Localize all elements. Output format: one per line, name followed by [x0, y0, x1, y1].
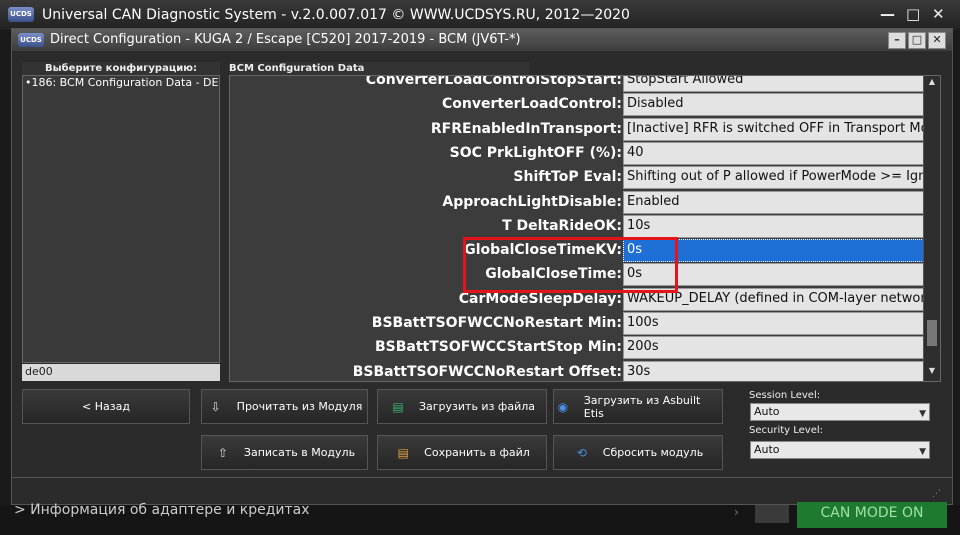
dialog-title: Direct Configuration - KUGA 2 / Escape [… [50, 32, 521, 47]
load-file-icon: ▤ [392, 399, 404, 414]
config-row-label: SOC PrkLightOFF (%): [449, 144, 622, 161]
config-row-value[interactable]: 10s [623, 214, 926, 238]
config-grid: ConverterLoadControlStopStart: StopStart … [229, 75, 941, 382]
reset-module-label: Сбросить модуль [602, 446, 704, 459]
dialog-logo-icon: UCDS [18, 33, 44, 47]
scroll-down-icon[interactable]: ▼ [926, 366, 938, 378]
config-row: ConverterLoadControlStopStart: StopStart … [230, 75, 926, 93]
config-row: RFREnabledInTransport: [Inactive] RFR is … [230, 117, 926, 142]
config-row: SOC PrkLightOFF (%): 40 [230, 141, 926, 166]
load-file-button[interactable]: ▤ Загрузить из файла [377, 389, 547, 424]
dialog-close-icon[interactable]: ✕ [928, 32, 946, 49]
save-file-label: Сохранить в файл [424, 446, 530, 459]
config-row-label: RFREnabledInTransport: [430, 120, 622, 137]
config-row: T DeltaRideOK: 10s [230, 214, 926, 239]
config-row-label: BSBattTSOFWCCNoRestart Min: [371, 315, 622, 331]
dialog-maximize-icon[interactable]: □ [908, 32, 926, 49]
load-file-label: Загрузить из файла [418, 400, 535, 413]
app-logo-icon: UCDS [8, 7, 34, 22]
config-row-value[interactable]: Enabled [623, 190, 926, 214]
can-mode-status: CAN MODE ON [797, 502, 947, 528]
security-level-value: Auto [754, 443, 780, 456]
save-file-icon: ▤ [397, 445, 409, 460]
app-titlebar: UCDS Universal CAN Diagnostic System - v… [0, 0, 960, 30]
session-level-label: Session Level: [749, 390, 821, 401]
config-row-label: BSBattTSOFWCCNoRestart Offset: [352, 363, 622, 380]
write-module-button[interactable]: ⇧ Записать в Модуль [201, 435, 368, 470]
read-module-button[interactable]: ⇩ Прочитать из Модуля [201, 389, 368, 424]
config-row: ShiftToP Eval: Shifting out of P allowed … [230, 166, 926, 190]
minimize-icon[interactable]: — [880, 5, 895, 23]
globe-icon: ◉ [557, 399, 569, 414]
config-row-value[interactable]: [Inactive] RFR is switched OFF in Transp… [623, 117, 926, 141]
config-row: BSBattTSOFWCCStartStop Min: 200s [230, 336, 926, 360]
adapter-info-link[interactable]: > Информация об адаптере и кредитах [14, 502, 310, 518]
chevron-right-icon: › [734, 505, 739, 519]
reset-module-button[interactable]: ⟲ Сбросить модуль [553, 435, 723, 470]
dialog-minimize-icon[interactable]: – [888, 32, 906, 49]
read-module-label: Прочитать из Модуля [236, 400, 363, 413]
reset-icon: ⟲ [576, 445, 587, 460]
app-title: Universal CAN Diagnostic System - v.2.0.… [42, 7, 630, 23]
scroll-up-icon[interactable]: ▲ [926, 77, 938, 89]
chevron-down-icon: ▼ [919, 447, 926, 457]
config-row-label: ApproachLightDisable: [442, 193, 622, 210]
save-file-button[interactable]: ▤ Сохранить в файл [377, 435, 547, 470]
write-module-label: Записать в Модуль [243, 446, 356, 459]
highlight-box [463, 237, 678, 293]
config-row-value[interactable]: StopStart Allowed [623, 76, 926, 92]
config-row-label: ShiftToP Eval: [513, 169, 622, 186]
bottom-bar: > Информация об адаптере и кредитах › CA… [0, 502, 960, 535]
config-row: BSBattTSOFWCCNoRestart Offset: 30s [230, 360, 926, 381]
config-row-label: CarModeSleepDelay: [458, 290, 622, 307]
config-row-label: BSBattTSOFWCCStartStop Min: [374, 339, 622, 356]
configuration-list[interactable]: •186: BCM Configuration Data - DE [22, 75, 220, 363]
config-panel-header: BCM Configuration Data [229, 62, 529, 75]
config-row: BSBattTSOFWCCNoRestart Min: 100s [230, 312, 926, 336]
config-row-value[interactable]: Disabled [623, 93, 926, 117]
config-row-value[interactable]: 100s [623, 312, 926, 335]
config-row-value[interactable]: 200s [623, 336, 926, 360]
config-row: ConverterLoadControl: Disabled [230, 93, 926, 117]
maximize-icon[interactable]: □ [906, 5, 920, 23]
scrollbar-thumb[interactable] [927, 320, 937, 346]
config-row: ApproachLightDisable: Enabled [230, 190, 926, 215]
config-row-value[interactable]: Shifting out of P allowed if PowerMode >… [623, 166, 926, 190]
close-icon[interactable]: ✕ [932, 5, 945, 23]
upload-arrows-icon: ⇧ [217, 445, 228, 460]
security-level-select[interactable]: Auto ▼ [750, 441, 930, 459]
load-asbuilt-button[interactable]: ◉ Загрузить из Asbuilt Etis [553, 389, 723, 424]
security-level-label: Security Level: [749, 425, 824, 436]
filter-input[interactable]: de00 [22, 364, 220, 381]
back-button-label: < Назад [82, 400, 130, 413]
resize-grip-icon[interactable]: ⋰ [932, 489, 941, 499]
load-asbuilt-label: Загрузить из Asbuilt Etis [583, 393, 701, 420]
session-level-value: Auto [754, 405, 780, 418]
config-row-label: ConverterLoadControl: [442, 96, 622, 113]
direct-configuration-dialog: UCDS Direct Configuration - KUGA 2 / Esc… [11, 28, 953, 505]
chevron-down-icon: ▼ [919, 409, 926, 419]
config-scrollbar[interactable]: ▲ ▼ [923, 76, 940, 381]
config-row-value[interactable]: 30s [623, 360, 926, 381]
session-level-select[interactable]: Auto ▼ [750, 403, 930, 421]
config-row-label: T DeltaRideOK: [502, 217, 622, 234]
configuration-list-item[interactable]: •186: BCM Configuration Data - DE [23, 76, 219, 89]
left-panel-header: Выберите конфигурацию: [22, 62, 220, 75]
dialog-titlebar: UCDS Direct Configuration - KUGA 2 / Esc… [12, 29, 952, 51]
divider [12, 477, 952, 478]
config-row-value[interactable]: 40 [623, 141, 926, 165]
back-button[interactable]: < Назад [22, 389, 190, 424]
config-row-label: ConverterLoadControlStopStart: [365, 75, 622, 88]
adapter-icon [755, 505, 789, 523]
download-arrows-icon: ⇩ [210, 399, 221, 414]
